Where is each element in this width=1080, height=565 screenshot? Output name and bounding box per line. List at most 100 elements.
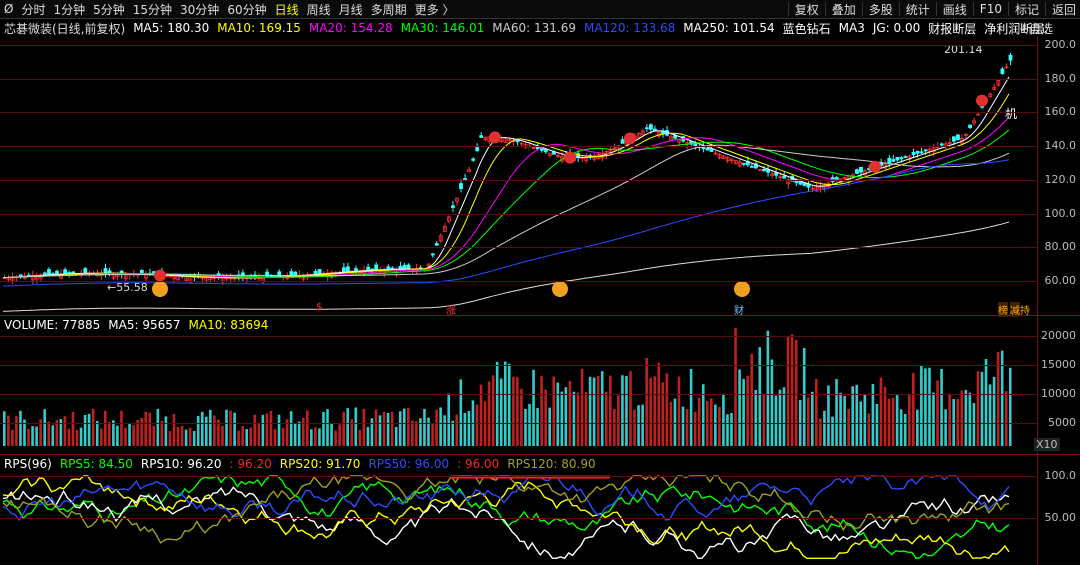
- volume-bar: [576, 392, 580, 446]
- candle-body: [919, 151, 924, 154]
- candle-body: [741, 162, 746, 165]
- signal-dot: [976, 94, 988, 107]
- candle-body: [366, 266, 371, 271]
- grid-line: [0, 518, 1038, 519]
- candle-body: [430, 253, 435, 256]
- volume-bar: [786, 337, 790, 446]
- signal-dot: [489, 131, 501, 144]
- volume-bar: [766, 330, 770, 446]
- period-tab-6[interactable]: 日线: [271, 1, 303, 18]
- volume-bar: [342, 411, 345, 446]
- volume-bar: [964, 389, 968, 446]
- volume-bar: [742, 378, 745, 446]
- ai-signal-icon: [552, 281, 568, 297]
- volume-bar: [306, 410, 309, 446]
- axis-tick-label: 80.00: [1044, 240, 1077, 253]
- volume-bar: [451, 420, 455, 446]
- period-tab-8[interactable]: 月线: [335, 1, 367, 18]
- candle-body: [750, 165, 754, 168]
- candle-body: [451, 205, 455, 208]
- toolbar-button-3[interactable]: 统计: [902, 1, 934, 18]
- signal-dot: [564, 151, 576, 164]
- volume-bar: [548, 407, 551, 446]
- volume-bar: [390, 411, 394, 446]
- volume-bar: [415, 421, 418, 446]
- volume-bar: [774, 395, 778, 446]
- toolbar-button-7[interactable]: 返回: [1048, 1, 1080, 18]
- volume-bar: [245, 429, 248, 446]
- volume-bar: [835, 379, 838, 446]
- period-tab-4[interactable]: 30分钟: [176, 1, 223, 18]
- candle-body: [891, 159, 896, 162]
- candle-body: [923, 149, 928, 152]
- volume-bar: [847, 409, 850, 446]
- volume-bar: [516, 377, 519, 446]
- ma-legend-item: MA30: 146.01: [400, 21, 485, 35]
- event-mark-limit-up[interactable]: 涨: [446, 302, 456, 317]
- volume-bar: [411, 420, 414, 446]
- event-mark-report[interactable]: 财: [734, 302, 744, 317]
- volume-bar: [899, 409, 903, 446]
- candle-body: [374, 264, 379, 271]
- volume-bar: [124, 427, 127, 446]
- volume-bar: [778, 389, 782, 446]
- event-mark-reduce[interactable]: 减: [1010, 302, 1020, 317]
- toolbar-button-4[interactable]: 画线: [939, 1, 971, 18]
- candle-body: [402, 264, 407, 270]
- volume-bar: [508, 363, 511, 446]
- candle-body: [705, 147, 710, 151]
- volume-bar: [524, 408, 527, 446]
- app-glyph-icon: Ø: [4, 2, 14, 16]
- toolbar-button-5[interactable]: F10: [976, 2, 1006, 16]
- volume-bar: [394, 426, 398, 446]
- period-tab-7[interactable]: 周线: [303, 1, 335, 18]
- signal-dot: [869, 160, 881, 173]
- event-mark-hold[interactable]: 持: [1020, 302, 1030, 317]
- toolbar-button-2[interactable]: 多股: [865, 1, 897, 18]
- volume-bar: [560, 391, 564, 446]
- rps-lines[interactable]: [0, 455, 1038, 565]
- volume-bar: [382, 411, 386, 446]
- volume-bar: [596, 375, 600, 446]
- volume-bar: [544, 389, 547, 446]
- volume-bar: [758, 347, 762, 446]
- price-axis: 200.0 180.0 160.0 140.0 120.0 100.0 80.00 60.00: [1037, 37, 1080, 315]
- volume-bar: [277, 414, 281, 446]
- volume-bar: [261, 414, 265, 446]
- candle-body: [782, 175, 787, 179]
- volume-bar: [463, 412, 467, 446]
- add-watchlist-button[interactable]: +自选: [1015, 20, 1057, 37]
- volume-bar: [79, 427, 83, 446]
- volume-bar: [960, 390, 964, 446]
- volume-bar: [984, 358, 988, 446]
- event-mark-rank[interactable]: 榜: [998, 302, 1008, 317]
- period-tab-10[interactable]: 更多 〉: [411, 1, 459, 18]
- candle-body: [398, 266, 403, 270]
- candle-body: [968, 124, 972, 129]
- toolbar-divider: [861, 2, 863, 16]
- volume-bar: [95, 420, 99, 446]
- toolbar-button-1[interactable]: 叠加: [828, 1, 860, 18]
- period-tab-9[interactable]: 多周期: [367, 1, 411, 18]
- volume-bar: [459, 379, 463, 446]
- period-tab-5[interactable]: 60分钟: [223, 1, 270, 18]
- volume-bar: [35, 426, 38, 446]
- volume-bar: [112, 420, 115, 446]
- period-tab-2[interactable]: 5分钟: [89, 1, 129, 18]
- volume-chart[interactable]: VOLUME: 77885 MA5: 95657 MA10: 83694 20000…: [0, 316, 1080, 455]
- candle-body: [895, 156, 900, 161]
- volume-bar: [948, 393, 951, 446]
- period-tab-0[interactable]: 分时: [17, 1, 49, 18]
- period-tab-3[interactable]: 15分钟: [129, 1, 176, 18]
- price-chart[interactable]: 200.0 180.0 160.0 140.0 120.0 100.0 80.00 60.00…: [0, 37, 1080, 317]
- toolbar-button-0[interactable]: 复权: [791, 1, 823, 18]
- period-tab-1[interactable]: 1分钟: [49, 1, 89, 18]
- axis-tick-label: 15000: [1041, 358, 1076, 371]
- volume-bar: [495, 361, 499, 446]
- volume-bar: [172, 414, 176, 446]
- toolbar-button-6[interactable]: 标记: [1011, 1, 1043, 18]
- rps-chart[interactable]: RPS(96) RPS5: 84.50 RPS10: 96.20: 96.20 RPS…: [0, 455, 1080, 565]
- grid-line: [0, 423, 1038, 424]
- event-mark-dividend[interactable]: $: [316, 302, 322, 313]
- volume-bar: [439, 407, 442, 446]
